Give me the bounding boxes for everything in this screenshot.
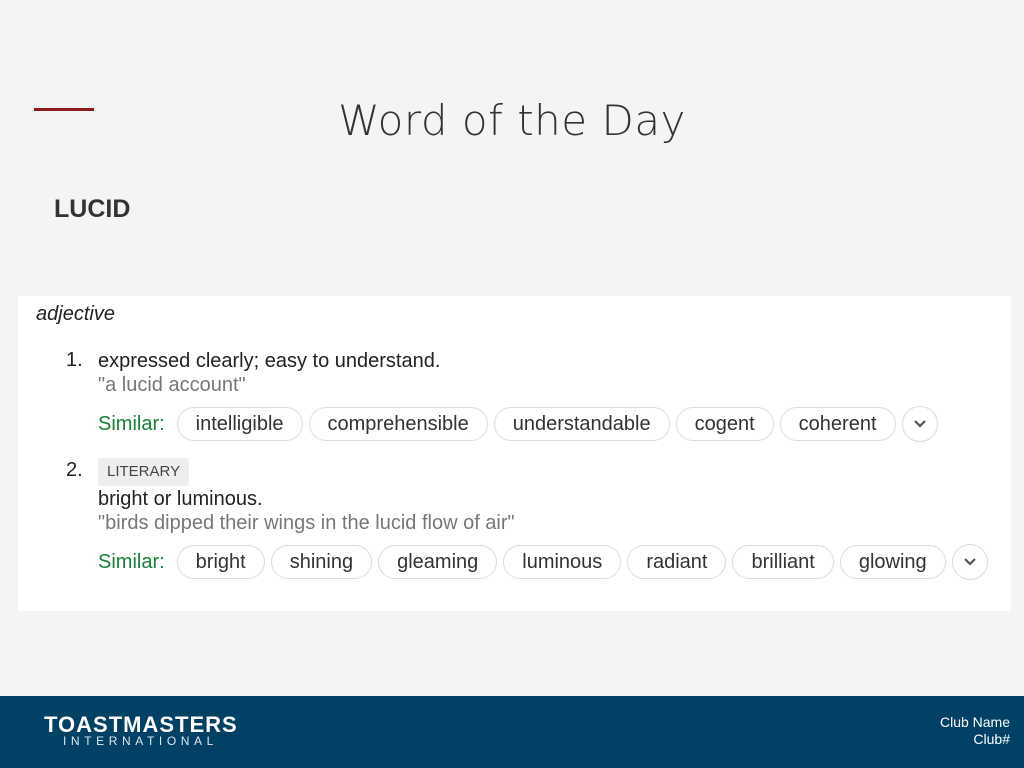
- similar-chip[interactable]: intelligible: [176, 407, 303, 441]
- sense-number: 2.: [66, 459, 83, 481]
- toastmasters-logo-subtitle: INTERNATIONAL: [63, 734, 218, 748]
- similar-chip[interactable]: glowing: [839, 545, 946, 579]
- more-similar-button[interactable]: [901, 406, 938, 442]
- chevron-down-icon: [913, 420, 926, 428]
- similar-row: Similar: bright shining gleaming luminou…: [98, 544, 998, 580]
- club-info: Club Name Club#: [940, 714, 1010, 748]
- similar-label: Similar:: [98, 412, 165, 435]
- similar-chip[interactable]: coherent: [779, 407, 896, 441]
- chevron-down-icon: [963, 558, 976, 566]
- footer-bar: TOASTMASTERS INTERNATIONAL Club Name Clu…: [0, 696, 1024, 768]
- more-similar-button[interactable]: [951, 544, 988, 580]
- example: "a lucid account": [98, 374, 246, 396]
- similar-chip[interactable]: brilliant: [732, 545, 834, 579]
- word-of-the-day: LUCID: [54, 195, 131, 223]
- similar-chip[interactable]: bright: [176, 545, 265, 579]
- definition: bright or luminous.: [98, 488, 263, 510]
- similar-chip[interactable]: shining: [270, 545, 373, 579]
- similar-chip[interactable]: understandable: [493, 407, 670, 441]
- similar-label: Similar:: [98, 550, 165, 573]
- definition: expressed clearly; easy to understand.: [98, 350, 441, 372]
- register-label: LITERARY: [98, 458, 190, 486]
- definition-card: adjective 1. expressed clearly; easy to …: [18, 296, 1011, 611]
- similar-row: Similar: intelligible comprehensible und…: [98, 406, 998, 442]
- similar-chip[interactable]: cogent: [675, 407, 774, 441]
- club-name: Club Name: [939, 714, 1010, 730]
- example: "birds dipped their wings in the lucid f…: [98, 512, 515, 534]
- similar-chip[interactable]: radiant: [627, 545, 727, 579]
- similar-chip[interactable]: gleaming: [378, 545, 498, 579]
- club-number: Club#: [973, 731, 1010, 747]
- sense-number: 1.: [66, 349, 83, 371]
- slide-title: Word of the Day: [338, 96, 686, 145]
- part-of-speech: adjective: [36, 303, 115, 325]
- similar-chip[interactable]: luminous: [503, 545, 622, 579]
- similar-chip[interactable]: comprehensible: [308, 407, 488, 441]
